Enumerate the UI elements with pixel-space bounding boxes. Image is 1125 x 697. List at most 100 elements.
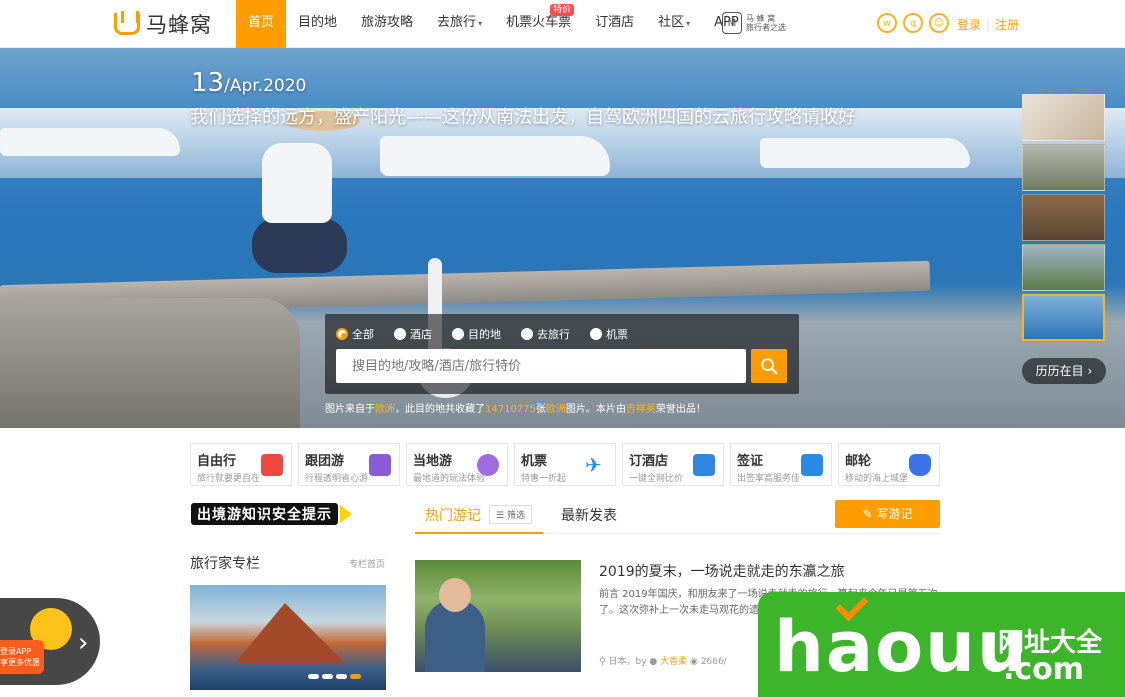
hero-banner: 13/Apr.2020 我们选择的远方，盛产阳光——这份从南法出发，自驾欧洲四国… [0,48,1125,428]
service-free-travel[interactable]: 自由行 旅行就要更自在 [190,443,292,486]
photo-credit: 图片来自于欧洲，此目的地共收藏了14710775张欧洲图片。本片由吉祥美荣誉出品… [325,400,706,415]
credit-count: 14710775 [485,404,536,415]
service-hotel[interactable]: 订酒店 一键全网比价 [622,443,724,486]
nav-item-home[interactable]: 首页 [236,0,287,48]
carousel-dot[interactable] [308,674,319,679]
watermark: haouu 网址大全 .com [758,588,1125,697]
hero-date: 13/Apr.2020 [191,68,306,98]
credit-text: 图片来自于 [325,404,375,415]
radio-icon [452,328,464,340]
safety-tips-banner[interactable]: 出境游知识安全提示 [191,503,352,525]
app-download-float[interactable]: 登录APP 享更多优惠 › [0,598,100,685]
write-travelogue-button[interactable]: ✎ 写游记 [835,500,940,528]
app-promo-line-1: 登录APP [0,647,32,656]
airplane-icon: ✈ [585,453,602,477]
nav-item-hotel[interactable]: 订酒店 [583,0,646,48]
tab-hot-travelogues[interactable]: 热门游记 [425,505,481,525]
credit-place-link[interactable]: 欧洲 [375,404,395,415]
person-shape [262,143,332,223]
article-meta: ⚲ 日本，by ● 大香柔 ◉ 2666/ [599,657,727,667]
service-group-tour[interactable]: 跟团游 行程透明省心游 [298,443,400,486]
filter-label: 筛选 [506,511,525,521]
boat-shape [760,138,970,168]
credit-text: 张 [535,404,546,415]
article-thumbnail[interactable] [415,560,581,672]
chevron-right-icon: › [78,628,89,658]
article-title[interactable]: 2019的夏末，一场说走就走的东瀛之旅 [599,561,845,581]
hero-date-day: 13 [191,68,225,98]
search-option-label: 全部 [352,328,374,341]
search-option-hotel[interactable]: 酒店 [394,326,432,342]
search-option-destination[interactable]: 目的地 [452,326,501,342]
article-place[interactable]: 日本 [608,657,626,667]
nav-item-travel-label: 去旅行 [437,15,477,30]
column-home-link[interactable]: 专栏首页 [349,557,385,570]
top-navigation-bar: 马蜂窝 首页 目的地 旅游攻略 去旅行 ▾ 机票火车票 特价 订酒店 社区 ▾ AP… [0,0,1125,48]
carousel-dots [308,674,361,679]
service-flight[interactable]: 机票 特惠一折起 ✈ [514,443,616,486]
social-login-icons: w q ☺ [877,13,949,33]
slogan-line-2: 旅行者之选 [746,23,786,32]
article-by: by [635,657,647,667]
hero-thumbnail[interactable] [1022,94,1105,141]
qq-icon[interactable]: q [903,13,923,33]
tab-latest[interactable]: 最新发表 [561,505,617,525]
boat-shape [380,136,610,176]
gift-icon [261,454,283,476]
author-avatar[interactable]: ● [649,657,657,667]
logo-mark-icon [114,13,140,35]
wechat-icon[interactable]: ☺ [929,13,949,33]
logo-text: 马蜂窝 [146,13,212,37]
service-shortcuts: 自由行 旅行就要更自在 跟团游 行程透明省心游 当地游 最地道的玩法体验 机票 … [190,443,940,486]
location-pin-icon: ⚲ [599,657,606,667]
article-author[interactable]: 大香柔 [660,657,687,667]
service-visa[interactable]: 签证 出签率高服务佳 [730,443,832,486]
radio-checked-icon [336,328,348,340]
radio-icon [521,328,533,340]
credit-place-link[interactable]: 欧洲 [546,404,566,415]
search-option-all[interactable]: 全部 [336,326,374,342]
history-button[interactable]: 历历在目 › [1022,358,1106,384]
weibo-icon[interactable]: w [877,13,897,33]
search-option-label: 目的地 [468,328,501,341]
site-logo[interactable]: 马蜂窝 [114,10,212,38]
radio-icon [394,328,406,340]
carousel-dot[interactable] [336,674,347,679]
carousel-dot[interactable] [322,674,333,679]
hero-title[interactable]: 我们选择的远方，盛产阳光——这份从南法出发，自驾欧洲四国的云旅行攻略请收好 [190,103,856,129]
column-title: 旅行家专栏 [190,556,260,572]
search-option-travel[interactable]: 去旅行 [521,326,570,342]
main-nav: 首页 目的地 旅游攻略 去旅行 ▾ 机票火车票 特价 订酒店 社区 ▾ APP [236,0,751,48]
search-option-flight[interactable]: 机票 [590,326,628,342]
login-link[interactable]: 登录 [957,18,981,32]
list-icon: ☰ [496,511,505,521]
search-button[interactable] [751,349,787,383]
register-link[interactable]: 注册 [995,18,1019,32]
hero-thumbnail[interactable] [1022,144,1105,191]
carousel-dot-active[interactable] [350,674,361,679]
credit-author-link[interactable]: 吉祥美 [626,404,656,415]
column-feature-image[interactable] [190,585,386,690]
hero-thumbnail[interactable] [1022,194,1105,241]
nav-item-destination[interactable]: 目的地 [286,0,349,48]
hero-thumbnail-selected[interactable] [1022,294,1105,341]
safety-tips-text: 出境游知识安全提示 [191,503,338,525]
search-icon [761,358,778,375]
service-cruise[interactable]: 邮轮 移动的海上城堡 [838,443,940,486]
nav-item-guides[interactable]: 旅游攻略 [349,0,425,48]
building-icon [693,454,715,476]
brand-slogan: M 马 蜂 窝 旅行者之选 [722,12,786,34]
search-option-label: 机票 [606,328,628,341]
search-input[interactable] [336,349,746,383]
nav-item-tickets[interactable]: 机票火车票 特价 [494,0,583,48]
nav-item-travel[interactable]: 去旅行 ▾ [425,0,494,48]
watermark-domain: .com [1003,652,1085,687]
mountain-shape [235,603,345,663]
nav-item-community[interactable]: 社区 ▾ [646,0,702,48]
chevron-down-icon: ▾ [478,19,483,28]
filter-button[interactable]: ☰ 筛选 [489,505,532,524]
credit-text: ，此目的地共收藏了 [395,404,485,415]
hero-thumbnail[interactable] [1022,244,1105,291]
service-local-tour[interactable]: 当地游 最地道的玩法体验 [406,443,508,486]
person-shape [439,578,471,612]
